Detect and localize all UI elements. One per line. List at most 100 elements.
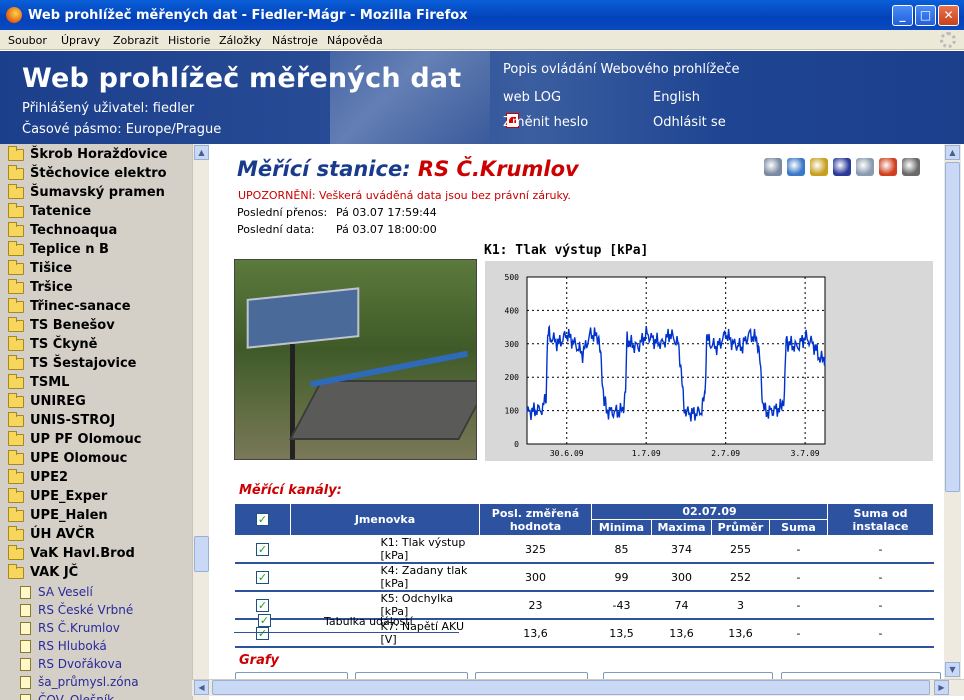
y-tick-label: 400: [505, 306, 520, 315]
graph-control-5[interactable]: [781, 672, 941, 679]
tree-folder-label: TS Čkyně: [30, 337, 98, 352]
main-content: Měřící stanice: RS Č.Krumlov UPOZORNĚNÍ:…: [209, 144, 944, 679]
graph-control-3[interactable]: [475, 672, 588, 679]
avg-value: 252: [711, 563, 770, 592]
tree-station-label: SA Veselí: [38, 585, 93, 599]
chart-title: K1: Tlak výstup [kPa]: [484, 243, 649, 258]
graph-control-1[interactable]: [235, 672, 348, 679]
logout-link[interactable]: Odhlásit se: [653, 115, 726, 130]
pressure-chart: 0 100 200 300 400 500 30.6.09 1.7.09 2.7.09 3.7.0…: [485, 261, 933, 461]
select-all-checkbox[interactable]: ✓: [256, 513, 269, 527]
y-tick-label: 500: [505, 273, 520, 282]
tree-folder-label: Tatenice: [30, 204, 92, 219]
wrench-icon[interactable]: [764, 158, 782, 176]
help-link[interactable]: Popis ovládání Webového prohlížeče: [503, 62, 740, 77]
window-titlebar: Web prohlížeč měřených dat - Fiedler-Mág…: [0, 0, 964, 30]
close-button[interactable]: ✕: [938, 5, 959, 26]
row-checkbox[interactable]: ✓: [256, 598, 269, 612]
main-scroll-down[interactable]: ▼: [945, 662, 960, 677]
last-transfer: Poslední přenos: Pá 03.07 17:59:44: [237, 206, 437, 219]
english-link[interactable]: English: [653, 90, 700, 105]
menu-zalozky[interactable]: Záložky: [219, 34, 261, 47]
settings-icon[interactable]: [902, 158, 920, 176]
document-icon: [20, 604, 31, 617]
min-value: 99: [591, 563, 652, 592]
events-row: ✓ Tabulka událostí: [234, 611, 459, 633]
row-select[interactable]: ✓: [234, 563, 291, 592]
menu-nastroje[interactable]: Nástroje: [272, 34, 318, 47]
channel-name[interactable]: K1: Tlak výstup [kPa]: [290, 535, 480, 564]
folder-icon: [8, 564, 24, 579]
station-heading: Měřící stanice: RS Č.Krumlov: [237, 157, 579, 181]
channel-name[interactable]: K4: Zadany tlak [kPa]: [290, 563, 480, 592]
col-min: Minima: [591, 519, 652, 536]
tree-folder-label: UP PF Olomouc: [30, 432, 142, 447]
document-icon: [20, 694, 31, 700]
y-tick-label: 300: [505, 340, 520, 349]
sum-value: -: [769, 563, 828, 592]
timezone: Časové pásmo: Europe/Prague: [22, 122, 222, 137]
refresh-icon[interactable]: [787, 158, 805, 176]
scroll-up-arrow[interactable]: ▲: [194, 145, 209, 160]
row-select[interactable]: ✓: [234, 535, 291, 564]
tree-folder-label: UPE Olomouc: [30, 451, 128, 466]
graph-control-2[interactable]: [355, 672, 468, 679]
menu-napoveda[interactable]: Nápověda: [327, 34, 383, 47]
sum-value: -: [769, 619, 828, 648]
row-checkbox[interactable]: ✓: [256, 570, 269, 584]
main-scroll-up[interactable]: ▲: [945, 145, 960, 160]
h-scroll-thumb[interactable]: [212, 680, 930, 695]
last-data: Poslední data: Pá 03.07 18:00:00: [237, 223, 437, 236]
app-title: Web prohlížeč měřených dat: [22, 63, 462, 94]
last-data-value: Pá 03.07 18:00:00: [336, 223, 437, 236]
select-all[interactable]: ✓: [234, 503, 291, 536]
change-password-link[interactable]: Změnit heslo: [503, 115, 588, 130]
sidebar-scrollbar[interactable]: ▲ ▼: [192, 144, 209, 700]
sum-icon[interactable]: [810, 158, 828, 176]
row-checkbox[interactable]: ✓: [256, 542, 269, 556]
menu-historie[interactable]: Historie: [168, 34, 210, 47]
export-icon[interactable]: [856, 158, 874, 176]
x-tick-label: 30.6.09: [550, 449, 584, 458]
folder-icon: [8, 279, 24, 294]
folder-icon: [8, 260, 24, 275]
main-scrollbar[interactable]: ▲ ▼: [944, 144, 961, 679]
folder-icon: [8, 336, 24, 351]
scroll-right-arrow[interactable]: ▶: [934, 680, 949, 695]
x-tick-label: 2.7.09: [711, 449, 740, 458]
maximize-button[interactable]: □: [915, 5, 936, 26]
tree-folder-label: UPE_Exper: [30, 489, 108, 504]
report-icon[interactable]: [833, 158, 851, 176]
alarm-icon[interactable]: [879, 158, 897, 176]
document-icon: [20, 586, 31, 599]
weblog-link[interactable]: web LOG: [503, 90, 561, 105]
tree-station-label: ČOV_Olešník: [38, 693, 115, 700]
y-tick-label: 200: [505, 373, 520, 382]
tree-folder-label: Teplice n B: [30, 242, 109, 257]
y-tick-label: 100: [505, 407, 520, 416]
plot-area: [526, 276, 826, 445]
max-value: 300: [651, 563, 712, 592]
max-value: 74: [651, 591, 712, 620]
events-checkbox[interactable]: ✓: [258, 614, 271, 627]
menu-soubor[interactable]: Soubor: [8, 34, 47, 47]
col-max: Maxima: [651, 519, 712, 536]
graph-control-4[interactable]: [603, 672, 773, 679]
tree-folder-label: Tršice: [30, 280, 73, 295]
table-row: ✓ K4: Zadany tlak [kPa] 300 99 300 252 -…: [234, 563, 934, 592]
main-scroll-thumb[interactable]: [945, 162, 960, 492]
tree-folder-label: Škrob Horažďovice: [30, 147, 168, 162]
avg-value: 3: [711, 591, 770, 620]
graphs-title: Grafy: [239, 653, 279, 668]
scroll-left-arrow[interactable]: ◀: [194, 680, 209, 695]
last-value: 13,6: [479, 619, 592, 648]
folder-icon: [8, 526, 24, 541]
station-name: RS Č.Krumlov: [417, 157, 579, 181]
station-prefix: Měřící stanice:: [237, 157, 411, 181]
min-value: -43: [591, 591, 652, 620]
minimize-button[interactable]: _: [892, 5, 913, 26]
menu-zobrazit[interactable]: Zobrazit: [113, 34, 159, 47]
scroll-thumb[interactable]: [194, 536, 209, 572]
menu-upravy[interactable]: Úpravy: [61, 34, 100, 47]
horizontal-scrollbar[interactable]: ◀ ▶: [192, 679, 964, 696]
